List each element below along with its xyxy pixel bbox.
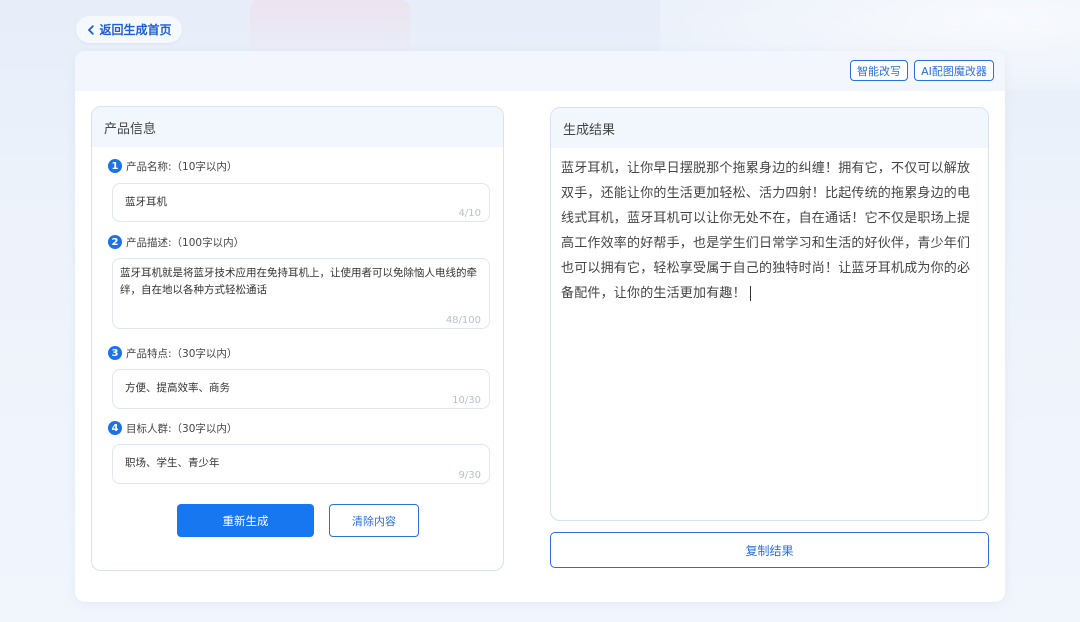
chevron-left-icon bbox=[88, 24, 95, 35]
result-panel: 生成结果 蓝牙耳机，让你早日摆脱那个拖累身边的纠缠！拥有它，不仅可以解放双手，还… bbox=[550, 107, 989, 521]
field-label-text: 产品描述:（100字以内） bbox=[126, 236, 245, 249]
step-number-badge: 3 bbox=[108, 346, 122, 360]
step-number-badge: 1 bbox=[108, 159, 122, 173]
product-info-title: 产品信息 bbox=[92, 107, 503, 147]
clear-content-button[interactable]: 清除内容 bbox=[329, 504, 419, 537]
smart-rewrite-button[interactable]: 智能改写 bbox=[850, 60, 908, 81]
target-audience-value: 职场、学生、青少年 bbox=[125, 457, 220, 469]
ai-image-button[interactable]: AI配图魔改器 bbox=[914, 60, 994, 81]
product-name-label: 1 产品名称:（10字以内） bbox=[108, 158, 237, 174]
product-features-label: 3 产品特点:（30字以内） bbox=[108, 345, 237, 361]
product-info-panel: 产品信息 1 产品名称:（10字以内） 蓝牙耳机 4/10 2 产品描述:（10… bbox=[91, 106, 504, 571]
result-textarea[interactable]: 蓝牙耳机，让你早日摆脱那个拖累身边的纠缠！拥有它，不仅可以解放双手，还能让你的生… bbox=[561, 156, 983, 306]
product-features-input[interactable]: 方便、提高效率、商务 10/30 bbox=[112, 369, 490, 409]
product-description-value: 蓝牙耳机就是将蓝牙技术应用在免持耳机上，让使用者可以免除恼人电线的牵绊，自在地以… bbox=[120, 267, 477, 296]
card-toolbar: 智能改写 AI配图魔改器 bbox=[75, 51, 1005, 91]
target-audience-input[interactable]: 职场、学生、青少年 9/30 bbox=[112, 444, 490, 484]
product-description-label: 2 产品描述:（100字以内） bbox=[108, 234, 244, 250]
field-label-text: 产品名称:（10字以内） bbox=[126, 160, 238, 173]
result-text: 蓝牙耳机，让你早日摆脱那个拖累身边的纠缠！拥有它，不仅可以解放双手，还能让你的生… bbox=[561, 161, 971, 301]
text-caret bbox=[749, 286, 751, 301]
product-name-value: 蓝牙耳机 bbox=[125, 196, 167, 208]
field-label-text: 目标人群:（30字以内） bbox=[126, 422, 238, 435]
main-card: 智能改写 AI配图魔改器 产品信息 1 产品名称:（10字以内） 蓝牙耳机 4/… bbox=[75, 51, 1005, 602]
regenerate-button[interactable]: 重新生成 bbox=[177, 504, 314, 537]
back-label: 返回生成首页 bbox=[99, 23, 172, 37]
step-number-badge: 4 bbox=[108, 421, 122, 435]
product-description-counter: 48/100 bbox=[445, 315, 481, 326]
product-name-input[interactable]: 蓝牙耳机 4/10 bbox=[112, 183, 490, 222]
target-audience-label: 4 目标人群:（30字以内） bbox=[108, 420, 237, 436]
result-title: 生成结果 bbox=[551, 108, 988, 148]
copy-result-button[interactable]: 复制结果 bbox=[550, 532, 989, 568]
product-description-textarea[interactable]: 蓝牙耳机就是将蓝牙技术应用在免持耳机上，让使用者可以免除恼人电线的牵绊，自在地以… bbox=[112, 258, 490, 329]
field-label-text: 产品特点:（30字以内） bbox=[126, 347, 238, 360]
target-audience-counter: 9/30 bbox=[458, 470, 481, 481]
product-features-counter: 10/30 bbox=[452, 395, 481, 406]
product-features-value: 方便、提高效率、商务 bbox=[125, 382, 230, 394]
back-to-home-button[interactable]: 返回生成首页 bbox=[76, 16, 182, 43]
step-number-badge: 2 bbox=[108, 235, 122, 249]
product-name-counter: 4/10 bbox=[458, 208, 481, 219]
